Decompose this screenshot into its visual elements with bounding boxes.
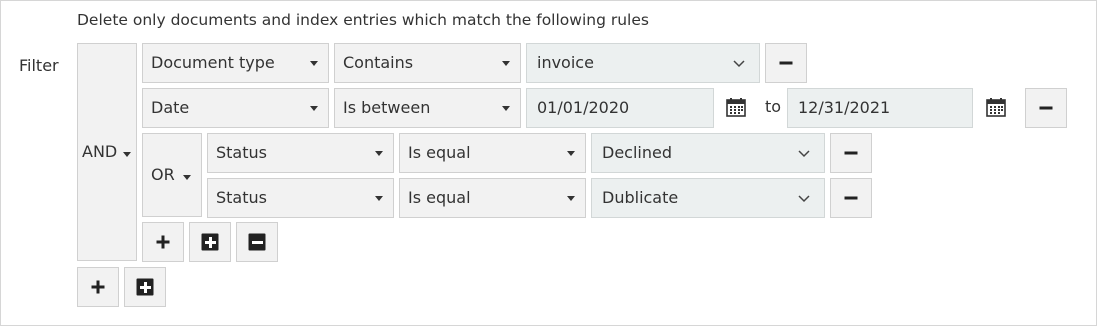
operator-select-is-equal[interactable]: Is equal (399, 133, 586, 173)
add-rule-button[interactable] (142, 222, 184, 262)
minus-icon (1039, 106, 1053, 110)
caret-down-icon (502, 61, 510, 66)
caret-down-icon (310, 106, 318, 111)
date-from-input[interactable]: 01/01/2020 (526, 88, 714, 128)
add-group-button[interactable] (189, 222, 231, 262)
operator-select-label: Is between (343, 98, 431, 118)
minus-icon (844, 196, 858, 200)
field-select-label: Status (216, 188, 267, 208)
operator-select-label: Contains (343, 53, 414, 73)
and-operator-dropdown[interactable]: AND (77, 43, 137, 261)
operator-select-label: Is equal (408, 143, 471, 163)
and-label: AND (82, 142, 118, 162)
caret-down-icon (375, 151, 383, 156)
value-combobox-invoice[interactable]: invoice (526, 43, 760, 83)
field-select-status[interactable]: Status (207, 133, 394, 173)
field-select-label: Date (151, 98, 190, 118)
value-combobox-dublicate[interactable]: Dublicate (591, 178, 825, 218)
field-select-date[interactable]: Date (142, 88, 329, 128)
minus-icon (779, 61, 793, 65)
caret-down-icon (310, 61, 318, 66)
or-label: OR (151, 165, 175, 185)
operator-select-is-between[interactable]: Is between (334, 88, 521, 128)
minus-square-icon-h (251, 240, 263, 244)
date-to-input[interactable]: 12/31/2021 (787, 88, 973, 128)
remove-rule-button[interactable] (830, 178, 872, 218)
or-operator-dropdown[interactable]: OR (142, 133, 202, 217)
date-from-value: 01/01/2020 (537, 98, 630, 118)
plus-icon-stroke (96, 280, 100, 294)
minus-square-icon (248, 233, 266, 251)
caret-down-icon (567, 151, 575, 156)
minus-icon (844, 151, 858, 155)
operator-select-label: Is equal (408, 188, 471, 208)
value-combobox-declined[interactable]: Declined (591, 133, 825, 173)
remove-group-button[interactable] (236, 222, 278, 262)
chevron-down-icon (733, 60, 745, 68)
date-to-value: 12/31/2021 (798, 98, 891, 118)
value-text: invoice (537, 53, 594, 73)
field-select-label: Status (216, 143, 267, 163)
caret-down-icon (123, 152, 131, 157)
remove-rule-button[interactable] (830, 133, 872, 173)
rules-description: Delete only documents and index entries … (77, 11, 649, 29)
operator-select-contains[interactable]: Contains (334, 43, 521, 83)
caret-down-icon (502, 106, 510, 111)
operator-select-is-equal[interactable]: Is equal (399, 178, 586, 218)
field-select-document-type[interactable]: Document type (142, 43, 329, 83)
value-text: Declined (602, 143, 672, 163)
add-rule-button[interactable] (77, 267, 119, 307)
plus-square-icon (136, 278, 154, 296)
value-text: Dublicate (602, 188, 679, 208)
field-select-label: Document type (151, 53, 275, 73)
calendar-icon[interactable] (986, 97, 1006, 117)
date-range-to-label: to (765, 97, 782, 116)
calendar-icon[interactable] (726, 97, 746, 117)
chevron-down-icon (798, 195, 810, 203)
remove-rule-button[interactable] (1025, 88, 1067, 128)
add-group-button[interactable] (124, 267, 166, 307)
plus-square-icon-v (143, 281, 147, 293)
caret-down-icon (567, 196, 575, 201)
caret-down-icon (183, 175, 191, 180)
caret-down-icon (375, 196, 383, 201)
chevron-down-icon (798, 150, 810, 158)
plus-square-icon (201, 233, 219, 251)
filter-label: Filter (19, 56, 59, 75)
plus-icon-stroke (161, 235, 165, 249)
field-select-status[interactable]: Status (207, 178, 394, 218)
plus-square-icon-v (208, 236, 212, 248)
remove-rule-button[interactable] (765, 43, 807, 83)
